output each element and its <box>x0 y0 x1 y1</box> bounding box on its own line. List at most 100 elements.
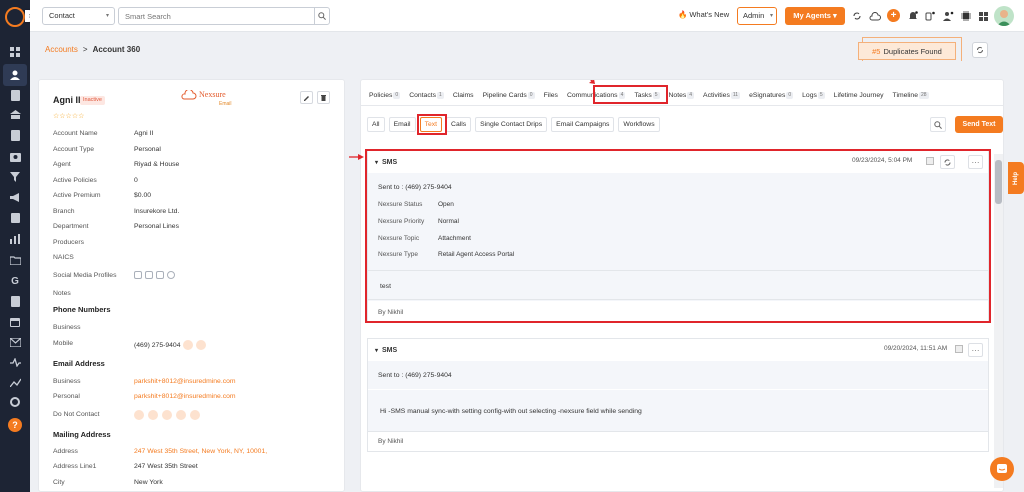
tab-notes[interactable]: Notes 4 <box>669 91 695 99</box>
search-scope-select[interactable]: Contact ▾ <box>42 7 115 25</box>
phone-status-icon[interactable] <box>923 9 937 23</box>
twitter-icon[interactable] <box>156 271 164 279</box>
tab-timeline[interactable]: Timeline 28 <box>893 91 929 99</box>
policies-icon[interactable] <box>7 88 23 102</box>
reports-icon[interactable] <box>7 232 23 246</box>
left-nav: › G ? <box>0 0 35 492</box>
field-value: Agni II <box>134 130 154 137</box>
tab-lifetime-journey[interactable]: Lifetime Journey <box>834 92 884 99</box>
annotation-arrow-icon <box>589 80 595 84</box>
clipboard-icon[interactable] <box>7 210 23 224</box>
tab-policies[interactable]: Policies 0 <box>369 91 401 99</box>
rating-stars[interactable]: ☆☆☆☆☆ <box>53 112 84 120</box>
carriers-icon[interactable] <box>7 108 23 122</box>
linkedin-icon[interactable] <box>134 271 142 279</box>
tab-esignatures[interactable]: eSignatures 0 <box>749 91 794 99</box>
pulse-icon[interactable] <box>7 355 23 369</box>
admin-select[interactable]: Admin ▾ <box>737 7 777 25</box>
globe-icon[interactable] <box>167 271 175 279</box>
bell-icon[interactable] <box>906 9 920 23</box>
search-button[interactable] <box>314 7 330 25</box>
user-status-icon[interactable] <box>941 9 955 23</box>
subtab-single-contact-drips[interactable]: Single Contact Drips <box>475 117 548 132</box>
subtab-email[interactable]: Email <box>388 117 416 132</box>
sync-icon[interactable] <box>850 9 864 23</box>
mail-dnc-icon[interactable] <box>190 410 200 420</box>
help-tab[interactable]: Help <box>1008 162 1024 194</box>
user-avatar[interactable] <box>994 6 1014 26</box>
message-card: ▾ SMS 09/20/2024, 11:51 AM ··· Sent to : … <box>367 338 989 452</box>
edit-button[interactable] <box>300 91 313 104</box>
subtab-workflows[interactable]: Workflows <box>618 117 660 132</box>
filter-icon[interactable] <box>7 170 23 184</box>
email-section-title: Email Address <box>53 359 105 368</box>
tab-contacts[interactable]: Contacts 1 <box>409 91 444 99</box>
business-email-link[interactable]: parkshit+8012@insuredmine.com <box>134 378 236 385</box>
tab-claims[interactable]: Claims <box>453 92 474 99</box>
annotation-arrow-icon <box>349 154 364 160</box>
mail-icon[interactable] <box>7 335 23 349</box>
more-options-button[interactable]: ··· <box>968 343 983 357</box>
google-icon[interactable]: G <box>7 274 23 288</box>
search-icon <box>934 120 942 129</box>
search-icon <box>318 12 326 20</box>
scroll-thumb[interactable] <box>995 160 1002 204</box>
delete-button[interactable] <box>317 91 330 104</box>
call-icon[interactable] <box>183 340 194 350</box>
pencil-icon <box>304 96 309 101</box>
cloud-icon[interactable] <box>868 9 882 23</box>
sms-icon[interactable] <box>196 340 207 350</box>
my-agents-button[interactable]: My Agents ▾ <box>785 7 845 25</box>
caret-down-icon: ▾ <box>375 347 379 354</box>
megaphone-icon[interactable] <box>7 190 23 204</box>
chip-icon[interactable] <box>959 9 973 23</box>
personal-email-link[interactable]: parkshit+8012@insuredmine.com <box>134 393 236 400</box>
voicemail-dnc-icon[interactable] <box>176 410 186 420</box>
sms-dnc-icon[interactable] <box>148 410 158 420</box>
facebook-icon[interactable] <box>145 271 153 279</box>
field-label: Notes <box>53 290 71 297</box>
help-icon[interactable]: ? <box>8 418 22 432</box>
field-label: Personal <box>53 393 80 400</box>
email-dnc-icon[interactable] <box>134 410 144 420</box>
whats-new-link[interactable]: 🔥 What's New <box>678 10 729 19</box>
subtab-all[interactable]: All <box>367 117 385 132</box>
tab-pipeline-cards[interactable]: Pipeline Cards 0 <box>483 91 535 99</box>
refresh-button[interactable] <box>972 42 988 58</box>
message-author: By Nikhil <box>378 438 404 445</box>
grid-menu-icon[interactable] <box>976 9 990 23</box>
accounts-icon[interactable] <box>3 64 27 86</box>
field-label: Mobile <box>53 340 74 347</box>
messages-scrollbar[interactable] <box>994 154 1003 488</box>
tab-logs[interactable]: Logs 5 <box>802 91 825 99</box>
field-value: New York <box>134 479 163 486</box>
phone-section-title: Phone Numbers <box>53 305 111 314</box>
calendar-icon[interactable] <box>7 315 23 329</box>
chat-button[interactable] <box>990 457 1014 481</box>
field-label: Account Name <box>53 130 98 137</box>
tab-activities[interactable]: Activities 11 <box>703 91 741 99</box>
folder-icon[interactable] <box>7 253 23 267</box>
dashboard-icon[interactable] <box>7 45 23 59</box>
account-details-card: Agni II Inactive ☆☆☆☆☆ Nexsure Email Acc… <box>38 79 345 492</box>
subtab-calls[interactable]: Calls <box>446 117 472 132</box>
search-messages-button[interactable] <box>930 117 946 132</box>
communications-panel: Policies 0 Contacts 1 Claims Pipeline Card… <box>360 79 1004 492</box>
notes-icon[interactable] <box>7 294 23 308</box>
smart-search-input[interactable] <box>118 7 314 25</box>
add-button[interactable]: + <box>887 9 900 22</box>
settings-icon[interactable] <box>7 395 23 409</box>
app-logo-icon[interactable] <box>5 7 25 27</box>
flame-icon: 🔥 <box>678 10 688 19</box>
breadcrumb-accounts-link[interactable]: Accounts <box>45 45 78 54</box>
send-text-button[interactable]: Send Text <box>955 116 1003 133</box>
documents-icon[interactable] <box>7 128 23 142</box>
call-dnc-icon[interactable] <box>162 410 172 420</box>
duplicates-found-button[interactable]: #5 Duplicates Found <box>858 42 956 60</box>
id-card-icon[interactable] <box>7 150 23 164</box>
address-link[interactable]: 247 West 35th Street, New York, NY, 1000… <box>134 448 267 455</box>
nexsure-logo: Nexsure Email <box>181 90 232 112</box>
tab-files[interactable]: Files <box>544 92 558 99</box>
subtab-email-campaigns[interactable]: Email Campaigns <box>551 117 615 132</box>
analytics-icon[interactable] <box>7 375 23 389</box>
